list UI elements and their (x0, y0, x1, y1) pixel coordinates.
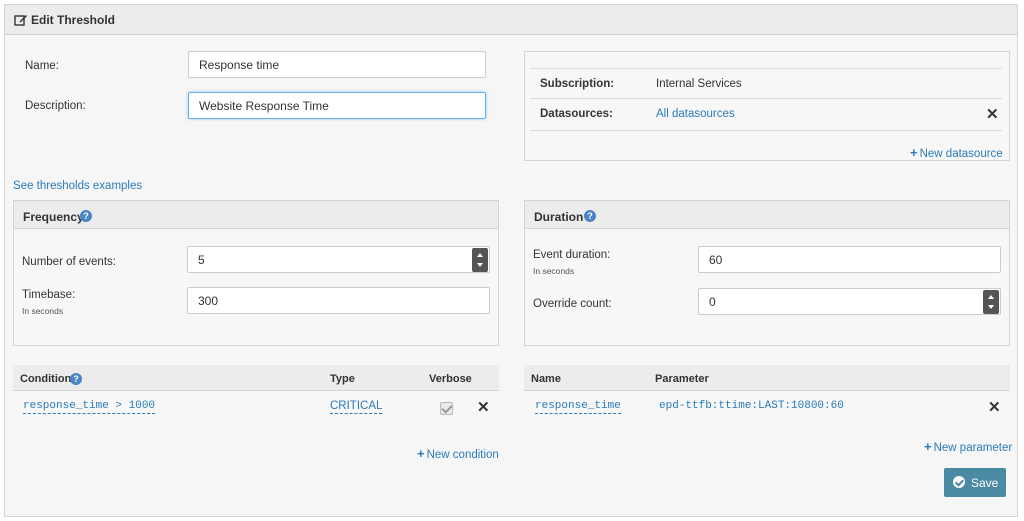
duration-header: Duration ? (525, 201, 1009, 229)
description-label: Description: (25, 100, 86, 112)
divider (530, 68, 1002, 69)
thresholds-examples-link[interactable]: See thresholds examples (13, 180, 142, 192)
verbose-column-header: Verbose (429, 373, 472, 385)
subscription-value: Internal Services (656, 78, 742, 90)
table-row: response_time > 1000 CRITICAL ✕ (13, 391, 499, 424)
type-column-header: Type (330, 373, 355, 385)
conditions-table-header: Condition ? Type Verbose (13, 365, 499, 391)
timebase-sublabel: In seconds (22, 306, 64, 316)
plus-icon: + (924, 439, 932, 454)
spinner-down-icon[interactable] (988, 305, 994, 309)
help-icon[interactable]: ? (80, 210, 92, 222)
name-input[interactable]: Response time (188, 51, 486, 78)
override-count-input[interactable]: 0 (698, 288, 1001, 315)
parameter-column-header: Parameter (655, 373, 709, 385)
condition-link[interactable]: response_time > 1000 (23, 400, 156, 414)
new-datasource-label: New datasource (919, 148, 1003, 160)
events-value: 5 (198, 253, 205, 267)
help-icon[interactable]: ? (70, 373, 82, 385)
condition-column-header: Condition (20, 373, 72, 385)
timebase-input[interactable]: 300 (187, 287, 490, 314)
spinner-up-icon[interactable] (988, 295, 994, 299)
parameter-value: epd-ttfb:ttime:LAST:10800:60 (659, 400, 844, 412)
remove-datasource-icon[interactable]: ✕ (986, 107, 999, 122)
new-parameter-button[interactable]: + New parameter (924, 439, 1012, 454)
remove-parameter-icon[interactable]: ✕ (988, 400, 1001, 415)
frequency-panel: Frequency ? (13, 200, 499, 346)
parameter-name-link[interactable]: response_time (535, 400, 621, 414)
events-input[interactable]: 5 (187, 246, 490, 273)
plus-icon: + (910, 145, 918, 160)
event-duration-sublabel: In seconds (533, 266, 575, 276)
check-circle-icon (953, 476, 965, 488)
events-label: Number of events: (22, 256, 116, 268)
name-label: Name: (25, 60, 59, 72)
parameters-table-header: Name Parameter (524, 365, 1010, 391)
save-label: Save (971, 476, 999, 490)
type-link[interactable]: CRITICAL (330, 400, 383, 414)
event-duration-label: Event duration: (533, 249, 611, 261)
timebase-label: Timebase: (22, 289, 76, 301)
verbose-checkbox[interactable] (440, 402, 453, 415)
override-spinner[interactable] (983, 290, 999, 314)
new-condition-label: New condition (426, 449, 499, 461)
divider (530, 130, 1002, 131)
new-datasource-button[interactable]: + New datasource (910, 145, 1003, 160)
help-icon[interactable]: ? (584, 210, 596, 222)
save-button[interactable]: Save (944, 468, 1006, 497)
new-parameter-label: New parameter (933, 442, 1013, 454)
name-column-header: Name (531, 373, 561, 385)
duration-title: Duration (534, 210, 584, 224)
description-input[interactable]: Website Response Time (188, 92, 486, 119)
panel-header: Edit Threshold (5, 5, 1017, 35)
plus-icon: + (417, 446, 425, 461)
override-count-value: 0 (709, 295, 716, 309)
frequency-title: Frequency (23, 210, 84, 224)
events-spinner[interactable] (472, 248, 488, 272)
spinner-up-icon[interactable] (477, 253, 483, 257)
event-duration-input[interactable]: 60 (698, 246, 1001, 273)
edit-icon (14, 15, 27, 26)
frequency-header: Frequency ? (14, 201, 498, 229)
subscription-label: Subscription: (540, 78, 615, 90)
duration-panel: Duration ? (524, 200, 1010, 346)
page-title: Edit Threshold (31, 13, 115, 27)
divider (530, 98, 1002, 99)
table-row: response_time epd-ttfb:ttime:LAST:10800:… (524, 391, 1010, 424)
datasources-label: Datasources: (540, 108, 613, 120)
datasources-link[interactable]: All datasources (656, 108, 735, 120)
remove-condition-icon[interactable]: ✕ (477, 400, 490, 415)
new-condition-button[interactable]: + New condition (417, 446, 499, 461)
spinner-down-icon[interactable] (477, 263, 483, 267)
override-count-label: Override count: (533, 298, 612, 310)
